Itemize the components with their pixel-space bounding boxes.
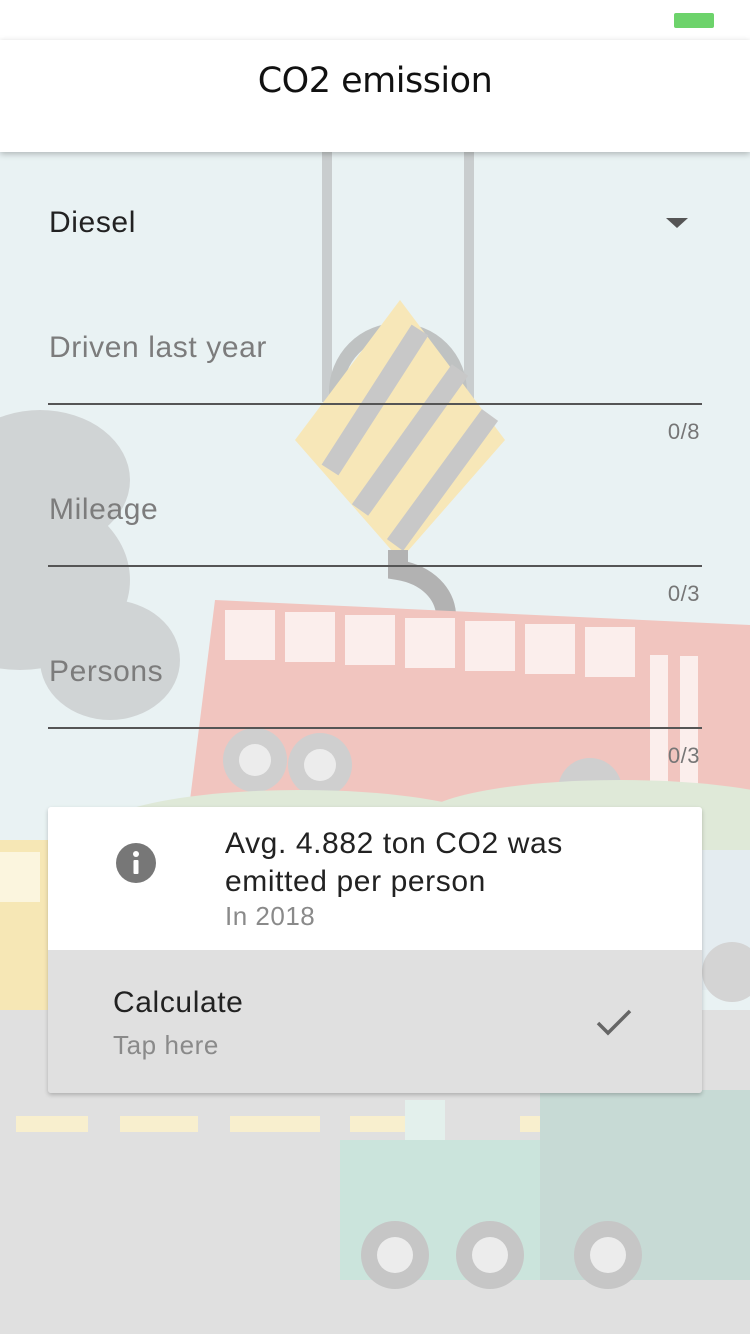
persons-placeholder: Persons (49, 655, 164, 688)
app-screen: CO2 emission Diesel Driven last year 0/8… (0, 0, 750, 1334)
persons-counter: 0/3 (667, 743, 700, 768)
calculate-button[interactable]: Calculate Tap here (48, 950, 702, 1093)
info-text: Avg. 4.882 ton CO2 was emitted per perso… (225, 827, 563, 898)
field-underline (48, 565, 702, 567)
result-card: Avg. 4.882 ton CO2 was emitted per perso… (48, 807, 702, 1093)
mileage-field[interactable]: Mileage 0/3 (48, 469, 702, 609)
page-title: CO2 emission (257, 61, 493, 101)
mileage-placeholder: Mileage (49, 493, 159, 526)
fuel-type-dropdown[interactable]: Diesel (48, 186, 702, 262)
info-icon (116, 843, 156, 883)
field-underline (48, 727, 702, 729)
dropdown-arrow-icon (666, 218, 688, 228)
info-tile: Avg. 4.882 ton CO2 was emitted per perso… (48, 807, 702, 950)
fuel-type-value: Diesel (49, 206, 136, 239)
battery-indicator (674, 13, 714, 28)
driven-last-year-field[interactable]: Driven last year 0/8 (48, 307, 702, 447)
app-bar: CO2 emission (0, 40, 750, 152)
driven-last-year-placeholder: Driven last year (49, 331, 268, 364)
calculate-title: Calculate (113, 986, 244, 1019)
mileage-counter: 0/3 (667, 581, 700, 606)
status-bar (0, 0, 750, 40)
calculate-subtitle: Tap here (113, 1030, 219, 1060)
driven-last-year-counter: 0/8 (667, 419, 700, 444)
check-icon (596, 1009, 632, 1036)
info-subtext: In 2018 (225, 901, 316, 931)
persons-field[interactable]: Persons 0/3 (48, 631, 702, 771)
field-underline (48, 403, 702, 405)
